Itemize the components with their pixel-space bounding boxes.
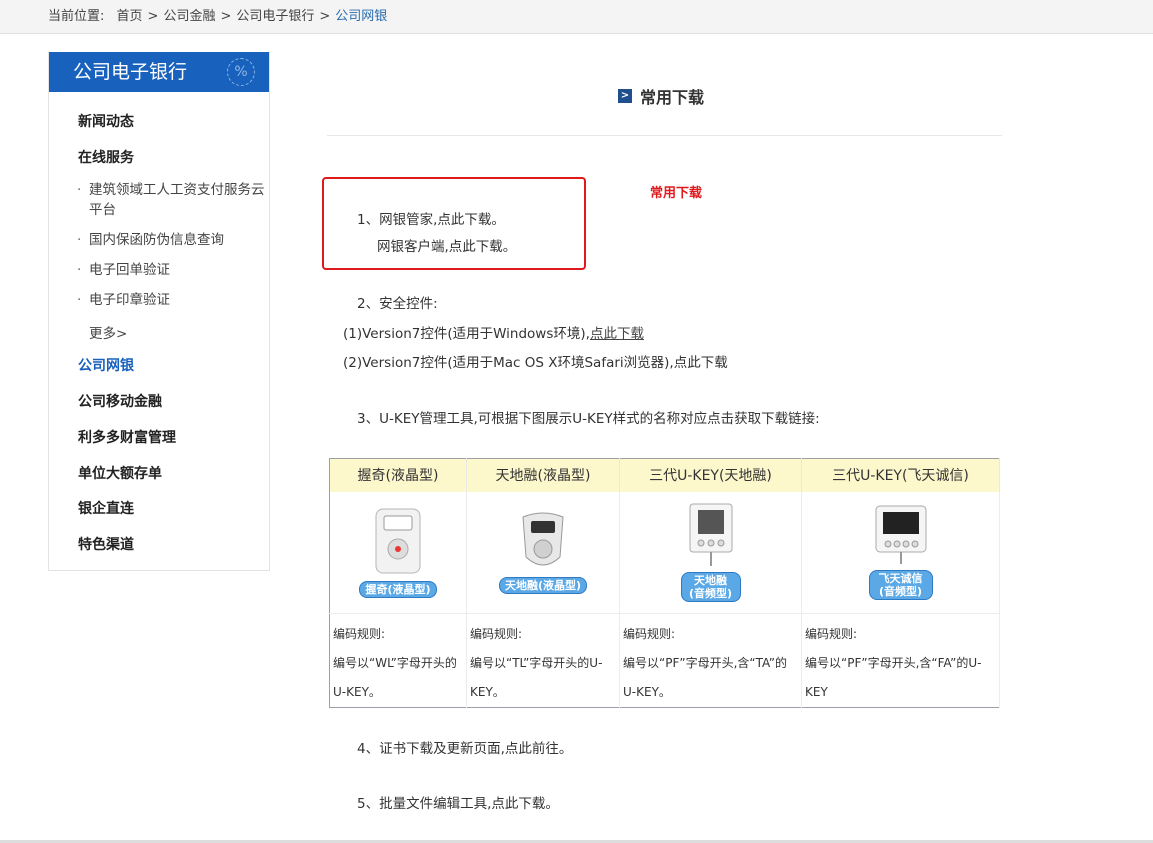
rule-text: 编号以“WL”字母开头的U-KEY。 — [333, 656, 457, 699]
rule-label: 编码规则: — [623, 627, 676, 641]
ukey-rule-gen3-tiandirong: 编码规则: 编号以“PF”字母开头,含“TA”的U-KEY。 — [619, 613, 802, 708]
ukey-header-woqi: 握奇(液晶型) — [329, 458, 467, 492]
version7-windows-download-link[interactable]: 点此下载 — [590, 326, 644, 342]
security-control-heading: 2、安全控件: — [357, 296, 438, 312]
ukey-label-woqi: 握奇(液晶型) — [359, 580, 437, 598]
breadcrumb-label: 当前位置: — [48, 9, 105, 24]
ukey-table: 握奇(液晶型) 天地融(液晶型) 三代U-KEY(天地融) 三代U-KEY(飞天… — [329, 458, 1000, 708]
usb-key-device-icon — [873, 504, 929, 570]
breadcrumb-sep: > — [147, 9, 159, 24]
sidebar-title: 公司电子银行 — [73, 61, 188, 83]
ukey-label-gen3-tiandirong: 天地融(音频型) — [680, 572, 741, 603]
sidebar-item-bank-direct[interactable]: 银企直连 — [78, 498, 134, 518]
ukey-header-gen3-feitian: 三代U-KEY(飞天诚信) — [801, 458, 1000, 492]
page-title-text: 常用下载 — [640, 88, 705, 107]
rule-label: 编码规则: — [805, 627, 858, 641]
arrow-right-icon: > — [618, 89, 632, 103]
bullet-icon: · — [77, 292, 82, 308]
sidebar-item-mobile-finance[interactable]: 公司移动金融 — [78, 391, 162, 411]
breadcrumb-sep: > — [319, 9, 331, 24]
bullet-icon: · — [77, 232, 82, 248]
percent-icon: % — [227, 58, 255, 86]
ukey-image-gen3-tiandirong[interactable]: 天地融(音频型) — [619, 491, 802, 614]
usb-key-device-icon — [373, 507, 423, 581]
certificate-download-link[interactable]: 4、证书下载及更新页面,点此前往。 — [357, 737, 572, 757]
ukey-image-woqi[interactable]: 握奇(液晶型) — [329, 491, 467, 614]
divider — [327, 135, 1002, 136]
version7-windows-text: (1)Version7控件(适用于Windows环境), — [343, 326, 590, 342]
ukey-label-tiandirong: 天地融(液晶型) — [498, 576, 588, 594]
download-netbank-manager-link[interactable]: 1、网银管家,点此下载。 — [357, 208, 505, 228]
sidebar-subitem-label: 电子回单验证 — [89, 262, 170, 278]
page-title: > 常用下载 — [618, 84, 704, 108]
ukey-image-gen3-feitian[interactable]: 飞天诚信(音频型) — [801, 491, 1000, 614]
sidebar-header: 公司电子银行 % — [49, 52, 269, 92]
bullet-icon: · — [77, 182, 82, 198]
breadcrumb-home[interactable]: 首页 — [117, 9, 143, 24]
sidebar-item-corporate-ebank[interactable]: 公司网银 — [78, 355, 134, 375]
download-netbank-client-link[interactable]: 网银客户端,点此下载。 — [377, 235, 516, 255]
ukey-header-tiandirong: 天地融(液晶型) — [466, 458, 620, 492]
sidebar-subitem-label: 建筑领域工人工资支付服务云平台 — [89, 182, 265, 218]
sidebar-item-online-service[interactable]: 在线服务 — [78, 147, 134, 167]
breadcrumb-corporate-ebank[interactable]: 公司电子银行 — [236, 9, 314, 24]
ukey-rule-woqi: 编码规则: 编号以“WL”字母开头的U-KEY。 — [329, 613, 467, 708]
ukey-label-gen3-feitian: 飞天诚信(音频型) — [868, 570, 933, 601]
breadcrumb-sep: > — [220, 9, 232, 24]
version7-mac-download-link[interactable]: (2)Version7控件(适用于Mac OS X环境Safari浏览器),点此… — [343, 351, 728, 371]
batch-file-tool-link[interactable]: 5、批量文件编辑工具,点此下载。 — [357, 792, 559, 812]
sidebar-item-news[interactable]: 新闻动态 — [78, 111, 134, 131]
ukey-header-gen3-tiandirong: 三代U-KEY(天地融) — [619, 458, 802, 492]
ukey-rule-tiandirong: 编码规则: 编号以“TL”字母开头的U-KEY。 — [466, 613, 620, 708]
ukey-image-tiandirong[interactable]: 天地融(液晶型) — [466, 491, 620, 614]
version7-windows-line: (1)Version7控件(适用于Windows环境),点此下载 — [343, 322, 644, 342]
usb-key-device-icon — [686, 502, 736, 572]
sidebar-item-special-channel[interactable]: 特色渠道 — [78, 534, 134, 554]
rule-text: 编号以“PF”字母开头,含“TA”的U-KEY。 — [623, 656, 787, 699]
sidebar: 公司电子银行 % 新闻动态 在线服务 · 建筑领域工人工资支付服务云平台 · 国内保… — [48, 52, 270, 571]
ukey-tool-heading: 3、U-KEY管理工具,可根据下图展示U-KEY样式的名称对应点击获取下载链接: — [357, 411, 820, 427]
section-title-red: 常用下载 — [650, 186, 703, 201]
sidebar-subitem-label: 电子印章验证 — [89, 292, 170, 308]
breadcrumb: 当前位置: 首页 > 公司金融 > 公司电子银行 > 公司网银 — [0, 0, 1153, 34]
rule-text: 编号以“TL”字母开头的U-KEY。 — [470, 656, 603, 699]
sidebar-subitem-label: 国内保函防伪信息查询 — [89, 232, 224, 248]
sidebar-item-large-deposit[interactable]: 单位大额存单 — [78, 463, 162, 483]
sidebar-more-link[interactable]: 更多> — [89, 322, 127, 342]
usb-key-device-icon — [518, 511, 568, 577]
rule-text: 编号以“PF”字母开头,含“FA”的U-KEY — [805, 656, 982, 699]
sidebar-subitem-guarantee-check[interactable]: · 国内保函防伪信息查询 — [77, 230, 273, 250]
bullet-icon: · — [77, 262, 82, 278]
sidebar-subitem-wage-platform[interactable]: · 建筑领域工人工资支付服务云平台 — [77, 180, 273, 220]
sidebar-subitem-seal-verify[interactable]: · 电子印章验证 — [77, 290, 273, 310]
rule-label: 编码规则: — [333, 627, 386, 641]
breadcrumb-corporate-finance[interactable]: 公司金融 — [163, 9, 215, 24]
breadcrumb-current: 公司网银 — [335, 9, 388, 24]
ukey-rule-gen3-feitian: 编码规则: 编号以“PF”字母开头,含“FA”的U-KEY — [801, 613, 1000, 708]
rule-label: 编码规则: — [470, 627, 523, 641]
sidebar-item-wealth-management[interactable]: 利多多财富管理 — [78, 427, 176, 447]
sidebar-subitem-receipt-verify[interactable]: · 电子回单验证 — [77, 260, 273, 280]
